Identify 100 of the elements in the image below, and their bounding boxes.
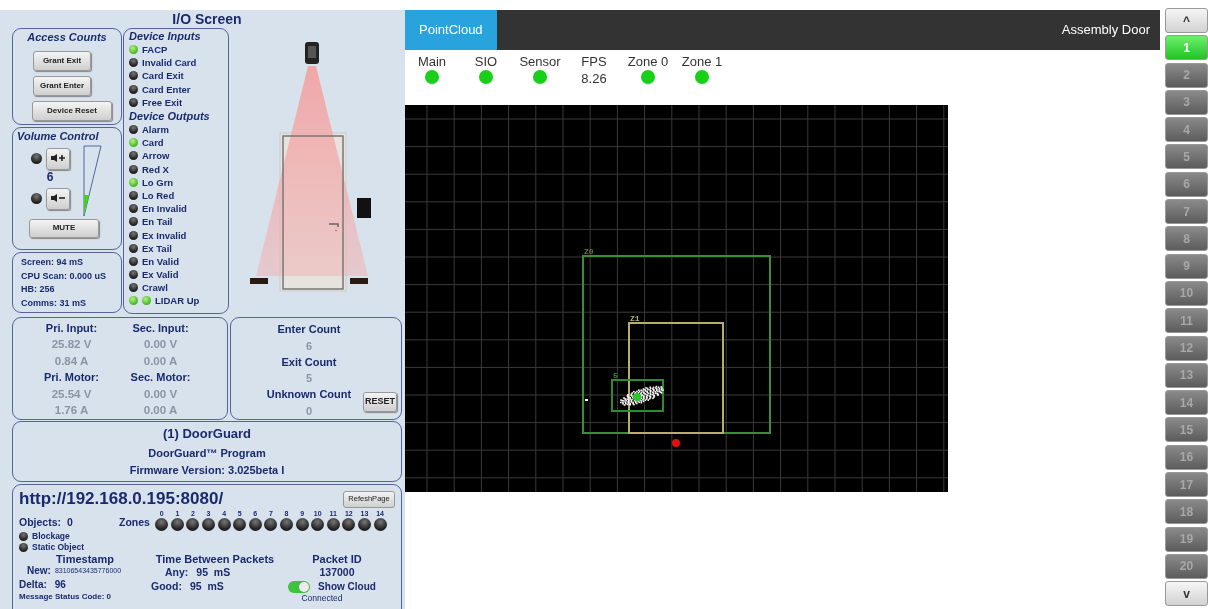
device-select-button[interactable]: 20 [1165,553,1208,579]
io-label: Arrow [142,149,170,163]
delta-value: 96 [54,578,66,592]
group-title: Volume Control [17,129,100,144]
packet-time-label: Any: [165,565,189,579]
firmware-version: Firmware Version: 3.025beta I [128,463,286,479]
panel-title: I/O Screen [171,10,243,28]
device-select-button[interactable]: 7 [1165,199,1208,225]
power-reading: 0.00 V [142,386,179,402]
status-label: Sensor [518,53,562,70]
zones-label: Zones [119,515,150,531]
count-value: 5 [304,371,314,386]
device-name: (1) DoorGuard [161,425,253,444]
command-button[interactable]: Grant Enter [33,75,91,96]
io-label: Lo Grn [142,175,174,189]
device-select-button[interactable]: 8 [1165,226,1208,252]
device-select-button[interactable]: 17 [1165,472,1208,498]
io-label: Ex Invalid [142,228,187,242]
device-select-button[interactable]: 6 [1165,171,1208,197]
program-name: DoorGuard™ Program [147,445,267,461]
io-label: FACP [142,43,168,57]
flag-label: Static Object [32,541,84,554]
column-title: Time Between Packets [154,553,276,565]
packet-time-label: Good: [151,579,182,593]
device-select-button[interactable]: 12 [1165,335,1208,361]
power-label: Pri. Input: [44,321,99,336]
io-label: En Valid [142,254,179,268]
device-select-button[interactable]: 2 [1165,62,1208,88]
power-reading: 1.76 A [53,403,90,419]
device-select-button[interactable]: 16 [1165,444,1208,470]
status-label: SIO [473,53,499,70]
command-button[interactable]: Grant Exit [33,50,91,71]
power-reading: 0.00 V [142,337,179,353]
reset-button[interactable]: RESET [363,391,397,412]
objects-value: 0 [67,515,74,531]
count-label: Exit Count [280,354,338,370]
io-label: En Invalid [142,202,187,216]
device-select-button[interactable]: 14 [1165,390,1208,416]
io-label: Red X [142,162,169,176]
scroll-up-button[interactable]: ^ [1165,8,1208,33]
column-title: Timestamp [55,553,115,565]
delta-label: Delta: [19,578,47,592]
status-label: Main [416,53,448,70]
power-label: Pri. Motor: [43,370,100,386]
stat-text: HB: 256 [21,283,56,296]
device-select-button[interactable]: 18 [1165,499,1208,525]
message-status: Message Status Code: 0 [19,592,113,601]
device-name: Assembly Door [1061,21,1151,40]
show-cloud-label: Show Cloud [318,580,376,594]
column-title: Packet ID [312,553,362,565]
power-reading: 0.84 A [53,353,90,369]
volume-meter [83,145,102,216]
status-label: Zone 0 [626,53,670,70]
io-label: Crawl [142,281,168,295]
power-reading: 0.00 A [142,403,179,419]
status-label: FPS [580,53,608,70]
zone-label: Z0 [584,247,594,256]
timestamp-label: New: [27,565,51,577]
url-text: http://192.168.0.195:8080/ [19,489,224,509]
device-select-button[interactable]: 19 [1165,526,1208,552]
group-title: Device Outputs [129,108,211,123]
connection-status: Connected [301,594,343,603]
io-label: Ex Tail [142,241,172,255]
io-label: LIDAR Up [155,294,200,308]
device-select-button[interactable]: 13 [1165,362,1208,388]
io-label: Card [142,136,164,150]
target-dot-icon [633,393,641,401]
power-label: Sec. Motor: [129,370,192,386]
volume-up-button[interactable] [45,147,70,170]
device-select-button[interactable]: 10 [1165,280,1208,306]
command-button[interactable]: Device Reset [32,100,112,121]
count-label: Unknown Count [265,387,353,402]
io-label: Invalid Card [142,56,197,70]
show-cloud-toggle[interactable] [288,580,311,593]
sensor-dot-icon [672,439,680,447]
status-value: 8.26 [580,70,608,87]
packet-time-value: 95 mS [189,579,224,593]
scroll-down-button[interactable]: v [1165,581,1208,607]
io-label: Card Enter [142,82,191,96]
count-label: Enter Count [276,322,342,337]
io-label: En Tail [142,215,173,229]
io-label: Alarm [142,123,169,137]
stat-text: Comms: 31 mS [21,296,88,310]
device-select-button[interactable]: 3 [1165,89,1208,115]
io-label: Lo Red [142,188,175,202]
stat-text: CPU Scan: 0.000 uS [21,269,108,283]
io-label: Ex Valid [142,268,179,282]
pointcloud-tab[interactable]: PointCloud [405,10,497,50]
mute-button[interactable]: MUTE [29,218,99,238]
power-reading: 25.82 V [50,337,93,353]
device-select-button[interactable]: 5 [1165,144,1208,170]
device-select-button[interactable]: 11 [1165,308,1208,334]
device-select-button[interactable]: 15 [1165,417,1208,443]
io-label: Card Exit [142,69,184,83]
io-label: Free Exit [142,95,183,109]
packet-id-value: 137000 [319,565,355,579]
device-select-button[interactable]: 4 [1165,117,1208,143]
zone-label: 5 [613,371,618,380]
volume-down-button[interactable] [45,187,70,210]
device-select-button[interactable]: 1 [1165,35,1208,61]
